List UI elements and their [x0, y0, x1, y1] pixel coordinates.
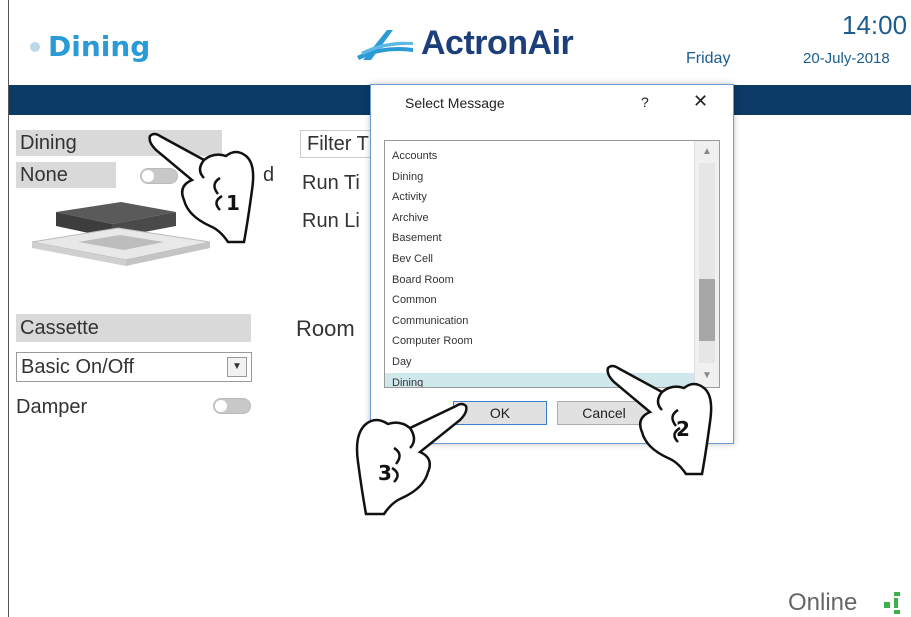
scroll-thumb[interactable]: [699, 279, 715, 341]
control-type-select[interactable]: Basic On/Off ▼: [16, 352, 252, 382]
dropdown-arrow-icon[interactable]: ▼: [227, 357, 247, 377]
pointing-hand-icon: 2: [606, 364, 713, 476]
callout-number: 2: [676, 417, 690, 441]
callout-number: 3: [378, 461, 392, 485]
control-type-value: Basic On/Off: [21, 356, 135, 378]
day-label: Friday: [686, 50, 731, 67]
list-item[interactable]: Communication: [385, 311, 695, 332]
damper-label: Damper: [16, 396, 88, 418]
scroll-up-icon[interactable]: ▲: [695, 141, 719, 163]
list-item[interactable]: Common: [385, 290, 695, 311]
connection-status: Online: [788, 589, 858, 616]
help-icon[interactable]: ?: [641, 94, 649, 110]
brand-logo: ActronAir: [353, 24, 574, 63]
unit-type-field[interactable]: Cassette: [16, 314, 251, 342]
list-item[interactable]: Dining: [385, 167, 695, 188]
pointing-hand-icon: 1: [148, 132, 255, 244]
list-item[interactable]: Accounts: [385, 146, 695, 167]
list-item[interactable]: Archive: [385, 208, 695, 229]
run-time-label: Run Ti: [302, 172, 360, 194]
toggle-label: d: [263, 164, 275, 186]
list-scrollbar[interactable]: ▲ ▼: [694, 141, 719, 387]
list-item[interactable]: Computer Room: [385, 331, 695, 352]
pointing-hand-icon: 3: [355, 402, 468, 516]
zone-title: Dining: [30, 30, 150, 63]
zone-title-text: Dining: [48, 30, 151, 63]
dialog-title: Select Message: [405, 95, 505, 111]
room-label: Room: [296, 316, 355, 341]
list-item[interactable]: Activity: [385, 187, 695, 208]
run-limit-label: Run Li: [302, 210, 360, 232]
callout-number: 1: [226, 191, 240, 215]
actronair-logo-icon: [357, 29, 413, 60]
message-listbox[interactable]: Accounts Dining Activity Archive Basemen…: [384, 140, 720, 388]
message-list: Accounts Dining Activity Archive Basemen…: [385, 146, 695, 387]
online-indicator-icon: [884, 592, 900, 614]
status-dot-icon: [30, 41, 40, 52]
close-icon[interactable]: ✕: [693, 91, 708, 112]
damper-toggle[interactable]: [213, 398, 251, 414]
brand-name: ActronAir: [421, 24, 574, 62]
date-label: 20-July-2018: [803, 50, 890, 67]
filter-field[interactable]: Filter T: [300, 130, 380, 158]
clock-time: 14:00: [842, 10, 908, 40]
list-item[interactable]: Bev Cell: [385, 249, 695, 270]
list-item[interactable]: Basement: [385, 228, 695, 249]
mode-field[interactable]: None: [16, 162, 116, 188]
list-item[interactable]: Board Room: [385, 270, 695, 291]
